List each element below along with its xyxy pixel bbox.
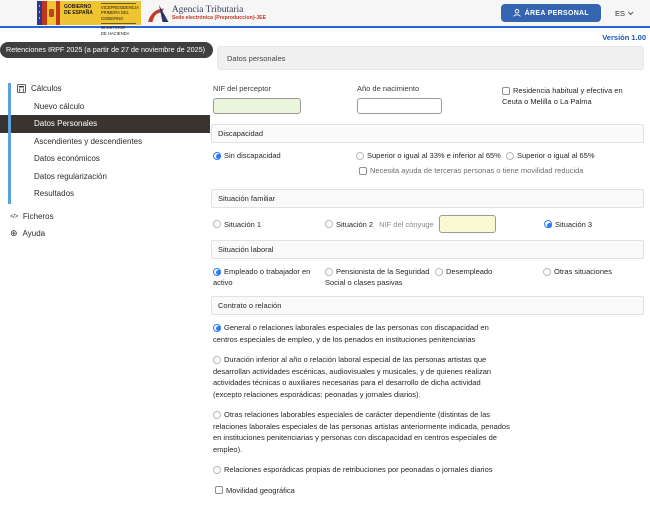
radio-contrato-general[interactable]: General o relaciones laborales especiale… [213,322,510,345]
radio-icon [213,220,221,228]
gobierno-espana-logo: GOBIERNO DE ESPAÑA VICEPRESIDENCIA PRIME… [37,1,141,25]
radio-icon [325,268,333,276]
radio-icon [506,152,514,160]
sidebar-item-datos-economicos[interactable]: Datos económicos [0,150,210,168]
radio-empleado-activo[interactable]: Empleado o trabajador en activo [213,266,325,288]
sidebar-item-ficheros[interactable]: </> Ficheros [0,208,210,226]
radio-desempleado[interactable]: Desempleado [435,266,543,288]
agencia-tributaria-logo[interactable]: Agencia Tributaria Sede electrónica (Pre… [147,4,266,23]
radio-selected-icon [213,152,221,160]
situacion-familiar-options: Situación 1 Situación 2 NIF del cónyuge … [213,215,644,233]
radio-icon [356,152,364,160]
nif-conyuge-label: NIF del cónyuge [379,220,434,229]
radio-situacion-2[interactable]: Situación 2 [325,219,373,230]
agency-name: Agencia Tributaria [172,5,266,15]
section-contrato: Contrato o relación [211,296,644,315]
personal-fields-row: NIF del perceptor Año de nacimiento Resi… [213,84,644,114]
nif-conyuge-input[interactable] [439,215,496,233]
section-situacion-familiar: Situación familiar [211,189,644,208]
chevron-down-icon [628,9,634,15]
radio-otras-situaciones[interactable]: Otras situaciones [543,266,612,288]
radio-selected-icon [213,268,221,276]
radio-icon [213,466,221,474]
code-icon: </> [10,208,18,226]
radio-pensionista[interactable]: Pensionista de la Seguridad Social o cla… [325,266,435,288]
sidebar-item-nuevo-calculo[interactable]: Nuevo cálculo [0,98,210,116]
checkbox-icon [359,167,367,175]
sidebar-item-datos-personales[interactable]: Datos Personales [0,115,210,133]
help-icon: ⊕ [10,229,18,238]
section-discapacidad: Discapacidad [211,124,644,143]
sidebar-item-ascendientes[interactable]: Ascendientes y descendientes [0,133,210,151]
radio-sin-discapacidad[interactable]: Sin discapacidad [213,150,356,161]
radio-icon [213,356,221,364]
panel-title: Datos personales [217,46,644,70]
nif-perceptor-input[interactable] [213,98,301,114]
sidebar-item-calculos[interactable]: Cálculos [0,80,210,98]
area-personal-button[interactable]: ÁREA PERSONAL [501,4,601,22]
ministry-label: VICEPRESIDENCIA PRIMERA DEL GOBIERNO MIN… [97,1,141,25]
radio-contrato-otras-relaciones[interactable]: Otras relaciones laborables especiales d… [213,409,510,455]
sidebar-item-resultados[interactable]: Resultados [0,185,210,203]
birth-year-input[interactable] [357,98,442,114]
aeat-logo-icon [147,4,169,23]
radio-selected-icon [544,220,552,228]
section-situacion-laboral: Situación laboral [211,240,644,259]
sidebar-accent-bar [8,83,11,204]
situacion-laboral-options: Empleado o trabajador en activo Pensioni… [213,266,644,288]
spain-flag-icon [37,1,60,25]
radio-superior-33[interactable]: Superior o igual al 33% e inferior al 65… [356,150,506,161]
birth-year-label: Año de nacimiento [357,84,502,93]
sidebar-nav: Cálculos Nuevo cálculo Datos Personales … [0,80,210,243]
radio-icon [325,220,333,228]
app-header: GOBIERNO DE ESPAÑA VICEPRESIDENCIA PRIME… [0,0,650,28]
coat-of-arms-icon [49,9,54,17]
radio-contrato-esporadicas[interactable]: Relaciones esporádicas propias de retrib… [213,464,510,476]
version-label: Versión 1.00 [602,33,646,42]
radio-situacion-3[interactable]: Situación 3 [544,219,644,230]
necesita-ayuda-checkbox[interactable]: Necesita ayuda de terceras personas o ti… [359,166,644,176]
radio-superior-65[interactable]: Superior o igual al 65% [506,150,595,161]
gobierno-label: GOBIERNO DE ESPAÑA [60,1,97,25]
movilidad-geografica-checkbox[interactable]: Movilidad geográfica [215,485,512,497]
person-icon [513,9,521,17]
main-content: Datos personales NIF del perceptor Año d… [211,45,647,505]
checkbox-icon [215,486,223,494]
nif-perceptor-label: NIF del perceptor [213,84,357,93]
calculator-icon [17,84,26,93]
radio-contrato-duracion-inferior[interactable]: Duración inferior al año o relación labo… [213,354,510,400]
page-title: Retenciones IRPF 2025 (a partir de 27 de… [0,42,213,58]
language-selector[interactable]: ES [615,9,632,18]
agency-subtitle: Sede electrónica (Preproduccion)-JEE [172,15,266,21]
residencia-checkbox[interactable]: Residencia habitual y efectiva en Ceuta … [502,84,644,114]
radio-icon [543,268,551,276]
radio-icon [213,411,221,419]
sidebar-item-ayuda[interactable]: ⊕ Ayuda [0,225,210,243]
radio-situacion-1[interactable]: Situación 1 [213,219,325,230]
contrato-options: General o relaciones laborales especiale… [213,322,644,496]
sidebar-item-datos-regularizacion[interactable]: Datos regularización [0,168,210,186]
checkbox-icon [502,87,510,95]
eu-stars-icon [37,1,42,25]
radio-icon [435,268,443,276]
discapacidad-options: Sin discapacidad Superior o igual al 33%… [213,150,644,161]
radio-selected-icon [213,324,221,332]
